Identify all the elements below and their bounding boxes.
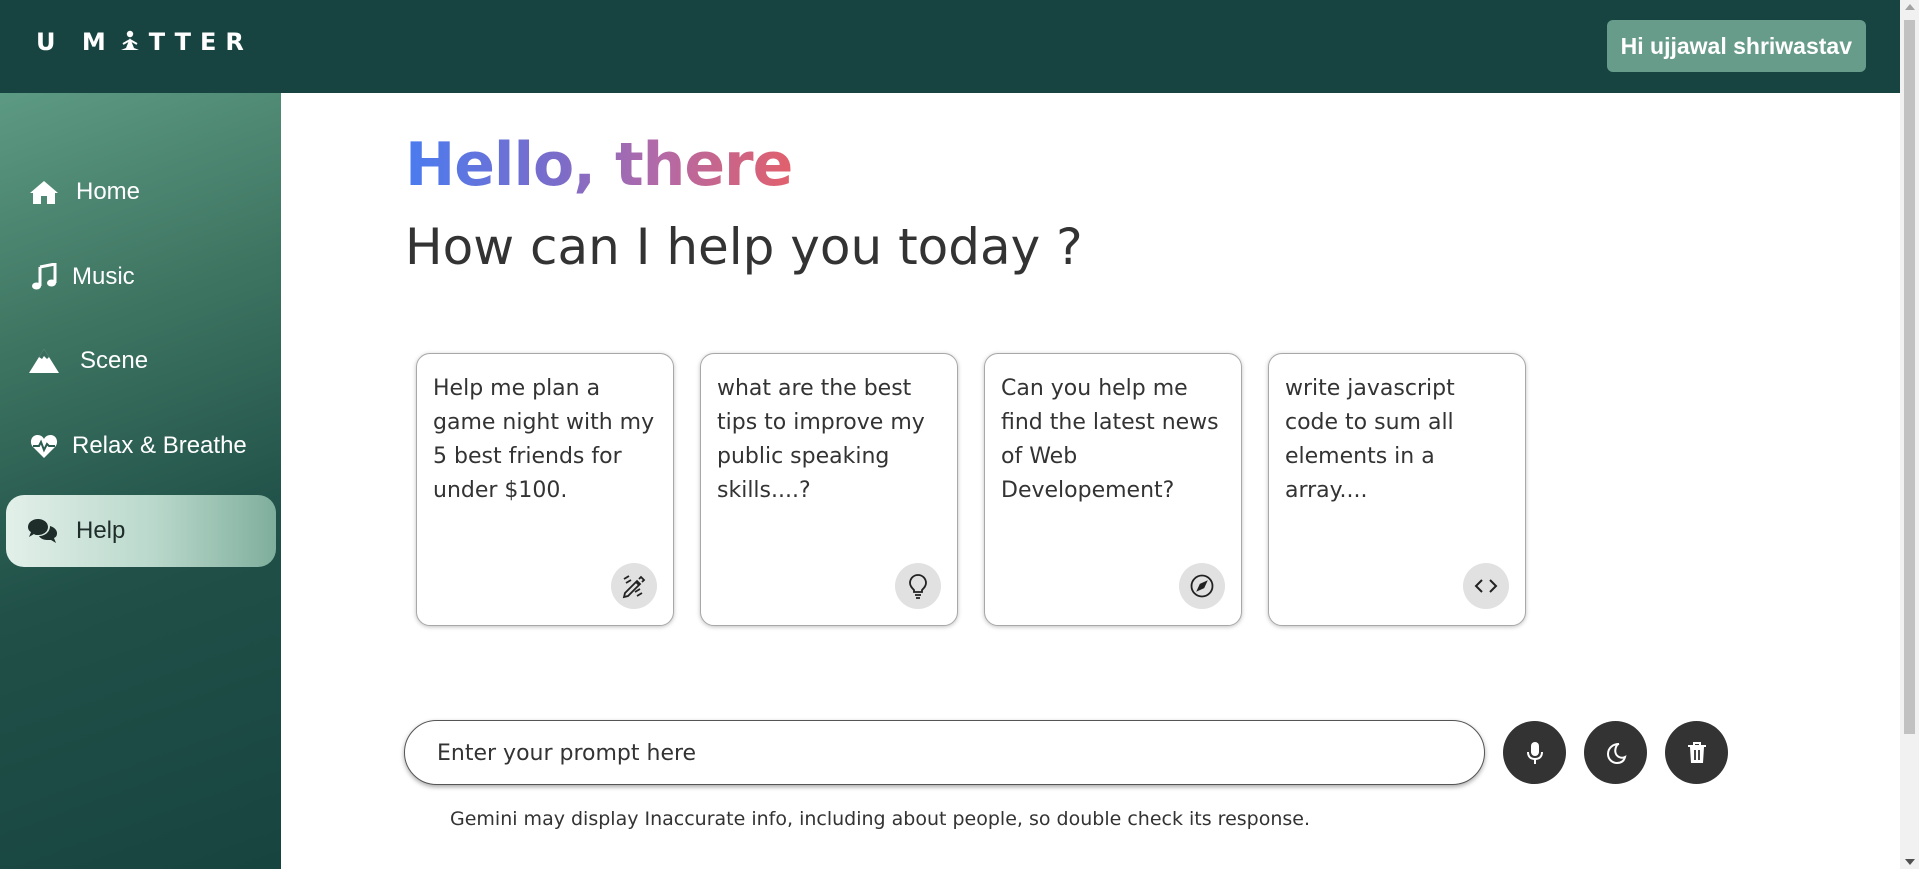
theme-toggle-button[interactable] bbox=[1584, 721, 1647, 784]
sidebar-item-relax-breathe[interactable]: Relax & Breathe bbox=[6, 410, 276, 482]
suggestion-card[interactable]: write javascript code to sum all element… bbox=[1268, 353, 1526, 626]
suggestion-text: Help me plan a game night with my 5 best… bbox=[433, 376, 655, 503]
page-scrollbar[interactable] bbox=[1900, 0, 1919, 869]
sidebar-item-home[interactable]: Home bbox=[6, 156, 276, 228]
sidebar-item-label: Relax & Breathe bbox=[72, 432, 247, 459]
home-icon bbox=[28, 176, 60, 208]
code-icon bbox=[1463, 563, 1509, 609]
suggestion-text: Can you help me find the latest news of … bbox=[1001, 376, 1219, 503]
heart-pulse-icon bbox=[28, 430, 60, 462]
music-note-icon bbox=[28, 261, 60, 293]
logo-text-right: TTER bbox=[148, 28, 253, 56]
chat-bubbles-icon bbox=[26, 515, 58, 547]
sidebar-item-label: Music bbox=[72, 263, 135, 290]
help-subheading: How can I help you today ? bbox=[405, 218, 1083, 276]
sidebar-item-help[interactable]: Help bbox=[6, 495, 276, 567]
scroll-up-arrow-icon[interactable] bbox=[1905, 4, 1915, 10]
suggestion-card[interactable]: Help me plan a game night with my 5 best… bbox=[416, 353, 674, 626]
scroll-thumb[interactable] bbox=[1904, 20, 1915, 734]
moon-icon bbox=[1606, 742, 1626, 764]
meditation-icon bbox=[120, 30, 139, 50]
suggestion-text: what are the best tips to improve my pub… bbox=[717, 376, 925, 503]
sidebar-item-label: Help bbox=[76, 517, 126, 544]
suggestion-text: write javascript code to sum all element… bbox=[1285, 376, 1455, 503]
sidebar-item-label: Home bbox=[76, 178, 141, 205]
mic-button[interactable] bbox=[1503, 721, 1566, 784]
mountain-icon bbox=[28, 345, 60, 377]
greeting-title: Hello, there bbox=[405, 130, 793, 200]
user-greeting-button[interactable]: Hi ujjawal shriwastav bbox=[1606, 20, 1866, 72]
top-bar: U M TTER Hi ujjawal shriwastav bbox=[0, 0, 1900, 93]
prompt-input[interactable] bbox=[437, 733, 1437, 773]
lightbulb-icon bbox=[895, 563, 941, 609]
suggestion-card[interactable]: Can you help me find the latest news of … bbox=[984, 353, 1242, 626]
logo-text-left: U M bbox=[36, 28, 115, 56]
suggestion-card[interactable]: what are the best tips to improve my pub… bbox=[700, 353, 958, 626]
sidebar: Home Music Scene Relax & Breathe Help bbox=[0, 93, 281, 869]
compass-icon bbox=[1179, 563, 1225, 609]
prompt-box[interactable] bbox=[404, 720, 1485, 785]
microphone-icon bbox=[1526, 741, 1543, 764]
scroll-down-arrow-icon[interactable] bbox=[1905, 859, 1915, 865]
app-logo[interactable]: U M TTER bbox=[36, 28, 253, 56]
sidebar-item-label: Scene bbox=[80, 347, 149, 374]
trash-icon bbox=[1687, 741, 1706, 763]
pencil-ruler-icon bbox=[611, 563, 657, 609]
sidebar-item-scene[interactable]: Scene bbox=[6, 325, 276, 397]
sidebar-item-music[interactable]: Music bbox=[6, 241, 276, 313]
disclaimer-text: Gemini may display Inaccurate info, incl… bbox=[450, 808, 1311, 830]
delete-chat-button[interactable] bbox=[1665, 721, 1728, 784]
